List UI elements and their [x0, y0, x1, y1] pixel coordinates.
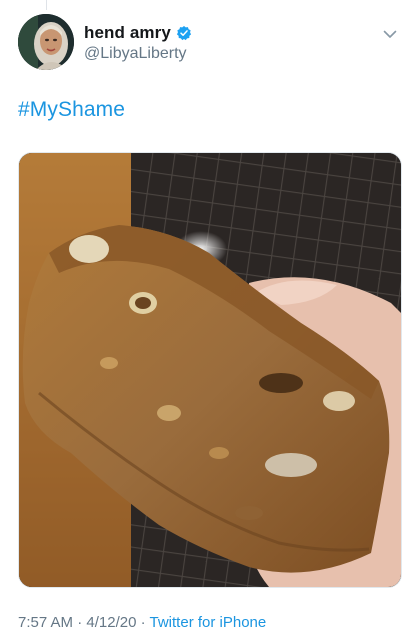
- meta-separator: ·: [140, 614, 146, 631]
- chevron-down-icon[interactable]: [382, 26, 398, 42]
- avatar-photo-icon: [18, 14, 74, 70]
- user-handle[interactable]: @LibyaLiberty: [84, 45, 187, 63]
- banana-bread-photo-icon: [19, 153, 401, 587]
- tweet-media-photo[interactable]: [18, 152, 402, 588]
- tweet-source-link[interactable]: Twitter for iPhone: [150, 614, 267, 631]
- tweet-card: hend amry @LibyaLiberty #MyShame 7:57 AM…: [0, 0, 418, 640]
- tweet-date[interactable]: 4/12/20: [86, 614, 136, 631]
- tweet-meta: 7:57 AM · 4/12/20 · Twitter for iPhone: [18, 614, 266, 631]
- tweet-time[interactable]: 7:57 AM: [18, 614, 73, 631]
- avatar[interactable]: [18, 14, 74, 70]
- meta-separator: ·: [77, 614, 83, 631]
- display-name[interactable]: hend amry: [84, 23, 171, 43]
- hashtag-link[interactable]: #MyShame: [18, 98, 125, 122]
- tweet-header: hend amry @LibyaLiberty: [16, 14, 402, 72]
- name-row: hend amry: [84, 22, 192, 44]
- thread-line: [46, 0, 47, 10]
- verified-badge-icon: [176, 25, 192, 41]
